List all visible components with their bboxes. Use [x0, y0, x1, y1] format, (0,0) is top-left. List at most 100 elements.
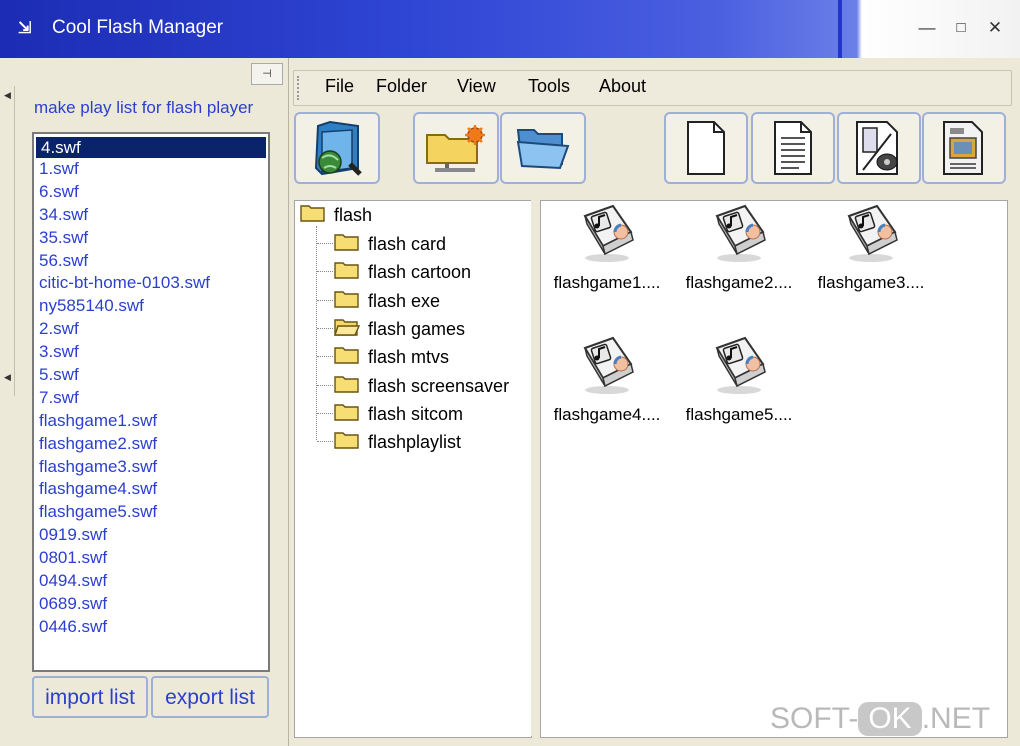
- menu-file[interactable]: File: [325, 76, 354, 97]
- minimize-button[interactable]: —: [914, 16, 940, 40]
- tree-branch-line: [317, 356, 333, 358]
- title-bar[interactable]: ⇲ Cool Flash Manager — □ ✕: [0, 0, 1020, 58]
- playlist-item[interactable]: flashgame3.swf: [34, 456, 268, 479]
- tree-node-flash-cartoon[interactable]: flash cartoon: [334, 260, 471, 284]
- playlist-item[interactable]: 0919.swf: [34, 524, 268, 547]
- close-button[interactable]: ✕: [982, 16, 1008, 40]
- image-document-button[interactable]: [922, 112, 1006, 184]
- playlist-item[interactable]: flashgame2.swf: [34, 433, 268, 456]
- playlist-item[interactable]: 35.swf: [34, 227, 268, 250]
- menu-folder[interactable]: Folder: [376, 76, 427, 97]
- file-item[interactable]: flashgame2....: [677, 202, 801, 293]
- tree-node-flash-exe[interactable]: flash exe: [334, 289, 440, 313]
- file-name: flashgame4....: [553, 405, 661, 424]
- file-item[interactable]: flashgame3....: [809, 202, 933, 293]
- import-list-button[interactable]: import list: [32, 676, 148, 718]
- tree-node-flashplaylist[interactable]: flashplaylist: [334, 430, 461, 454]
- file-name: flashgame3....: [817, 273, 925, 292]
- playlist-item[interactable]: 6.swf: [34, 181, 268, 204]
- file-item[interactable]: flashgame5....: [677, 334, 801, 425]
- file-name: flashgame2....: [685, 273, 793, 292]
- menu-about[interactable]: About: [599, 76, 646, 97]
- watermark-prefix: SOFT-: [770, 702, 859, 735]
- playlist-item[interactable]: 5.swf: [34, 364, 268, 387]
- playlist-item[interactable]: ny585140.swf: [34, 295, 268, 318]
- pin-icon[interactable]: ⊣: [251, 63, 283, 85]
- tree-branch-line: [317, 299, 333, 301]
- playlist-item[interactable]: flashgame1.swf: [34, 410, 268, 433]
- playlist-item[interactable]: 2.swf: [34, 318, 268, 341]
- folder-icon: [334, 345, 360, 370]
- app-window: ⇲ Cool Flash Manager — □ ✕ ⊣ ◀ ◀ make pl…: [0, 0, 1020, 746]
- web-folder-button[interactable]: [294, 112, 380, 184]
- swf-file-icon: [545, 334, 669, 401]
- playlist-item[interactable]: flashgame5.swf: [34, 501, 268, 524]
- tree-node-flash-mtvs[interactable]: flash mtvs: [334, 345, 449, 369]
- playlist-item[interactable]: 0494.swf: [34, 570, 268, 593]
- swf-file-icon: [677, 334, 801, 401]
- folder-settings-button[interactable]: [413, 112, 499, 184]
- maximize-button[interactable]: □: [948, 16, 974, 40]
- playlist-item[interactable]: 1.swf: [34, 158, 268, 181]
- collapse-arrow-down-icon: ◀: [4, 372, 11, 382]
- playlist-item[interactable]: 0689.swf: [34, 593, 268, 616]
- tree-branch-line: [317, 243, 333, 244]
- tree-branch-line: [317, 441, 333, 443]
- tree-node-label: flash cartoon: [368, 262, 472, 283]
- tree-node-flash[interactable]: flash: [300, 203, 372, 227]
- tree-node-label: flashplaylist: [368, 432, 462, 453]
- menu-grip[interactable]: [297, 76, 302, 100]
- playlist-listbox[interactable]: 4.swf 1.swf 6.swf 34.swf 35.swf 56.swf citic-b…: [32, 132, 270, 672]
- text-page-icon: [774, 121, 812, 175]
- tree-node-label: flash games: [368, 318, 466, 339]
- open-folder-button[interactable]: [500, 112, 586, 184]
- app-icon: ⇲: [18, 20, 32, 37]
- text-document-button[interactable]: [751, 112, 835, 184]
- watermark: SOFT- OK .NET: [770, 702, 990, 736]
- export-list-button[interactable]: export list: [151, 676, 269, 718]
- tree-node-label: flash screensaver: [368, 375, 510, 396]
- tree-node-label: flash exe: [368, 290, 441, 311]
- playlist-item[interactable]: 3.swf: [34, 341, 268, 364]
- playlist-heading: make play list for flash player: [34, 98, 254, 117]
- file-name: flashgame1....: [553, 273, 661, 292]
- tree-node-label: flash sitcom: [368, 403, 464, 424]
- device-document-button[interactable]: [837, 112, 921, 184]
- playlist-item[interactable]: flashgame4.swf: [34, 478, 268, 501]
- playlist-item[interactable]: 0446.swf: [34, 616, 268, 639]
- pane-splitter[interactable]: [531, 200, 539, 736]
- menu-tools[interactable]: Tools: [528, 76, 570, 97]
- watermark-suffix: .NET: [921, 702, 991, 735]
- tree-branch-line: [317, 271, 333, 273]
- playlist-item[interactable]: 4.swf: [36, 137, 266, 158]
- playlist-item[interactable]: 34.swf: [34, 204, 268, 227]
- open-folder-icon: [334, 317, 361, 342]
- tree-node-flash-card[interactable]: flash card: [334, 232, 446, 256]
- folder-icon: [300, 203, 326, 228]
- menu-view[interactable]: View: [457, 76, 496, 97]
- new-document-button[interactable]: [664, 112, 748, 184]
- swf-file-icon: [809, 202, 933, 269]
- tree-node-flash-games[interactable]: flash games: [334, 317, 465, 341]
- tree-node-flash-sitcom[interactable]: flash sitcom: [334, 402, 463, 426]
- panel-collapse-handle[interactable]: ◀ ◀: [0, 86, 15, 396]
- folder-icon: [334, 289, 360, 314]
- playlist-item[interactable]: 7.swf: [34, 387, 268, 410]
- tree-branch-line: [317, 412, 333, 414]
- file-item[interactable]: flashgame4....: [545, 334, 669, 425]
- playlist-item[interactable]: citic-bt-home-0103.swf: [34, 272, 268, 295]
- title-bar-divider: [838, 0, 842, 58]
- swf-file-icon: [545, 202, 669, 269]
- tree-node-label: flash mtvs: [368, 347, 450, 368]
- file-name: flashgame5....: [685, 405, 793, 424]
- tree-guide-line: [316, 226, 317, 440]
- file-item[interactable]: flashgame1....: [545, 202, 669, 293]
- device-page-icon: [856, 121, 898, 175]
- tree-node-flash-screensaver[interactable]: flash screensaver: [334, 374, 509, 398]
- playlist-item[interactable]: 56.swf: [34, 250, 268, 273]
- image-page-icon: [943, 121, 983, 175]
- folder-icon: [334, 260, 360, 285]
- web-folder-icon: [314, 120, 362, 176]
- window-title: Cool Flash Manager: [52, 17, 224, 38]
- playlist-item[interactable]: 0801.swf: [34, 547, 268, 570]
